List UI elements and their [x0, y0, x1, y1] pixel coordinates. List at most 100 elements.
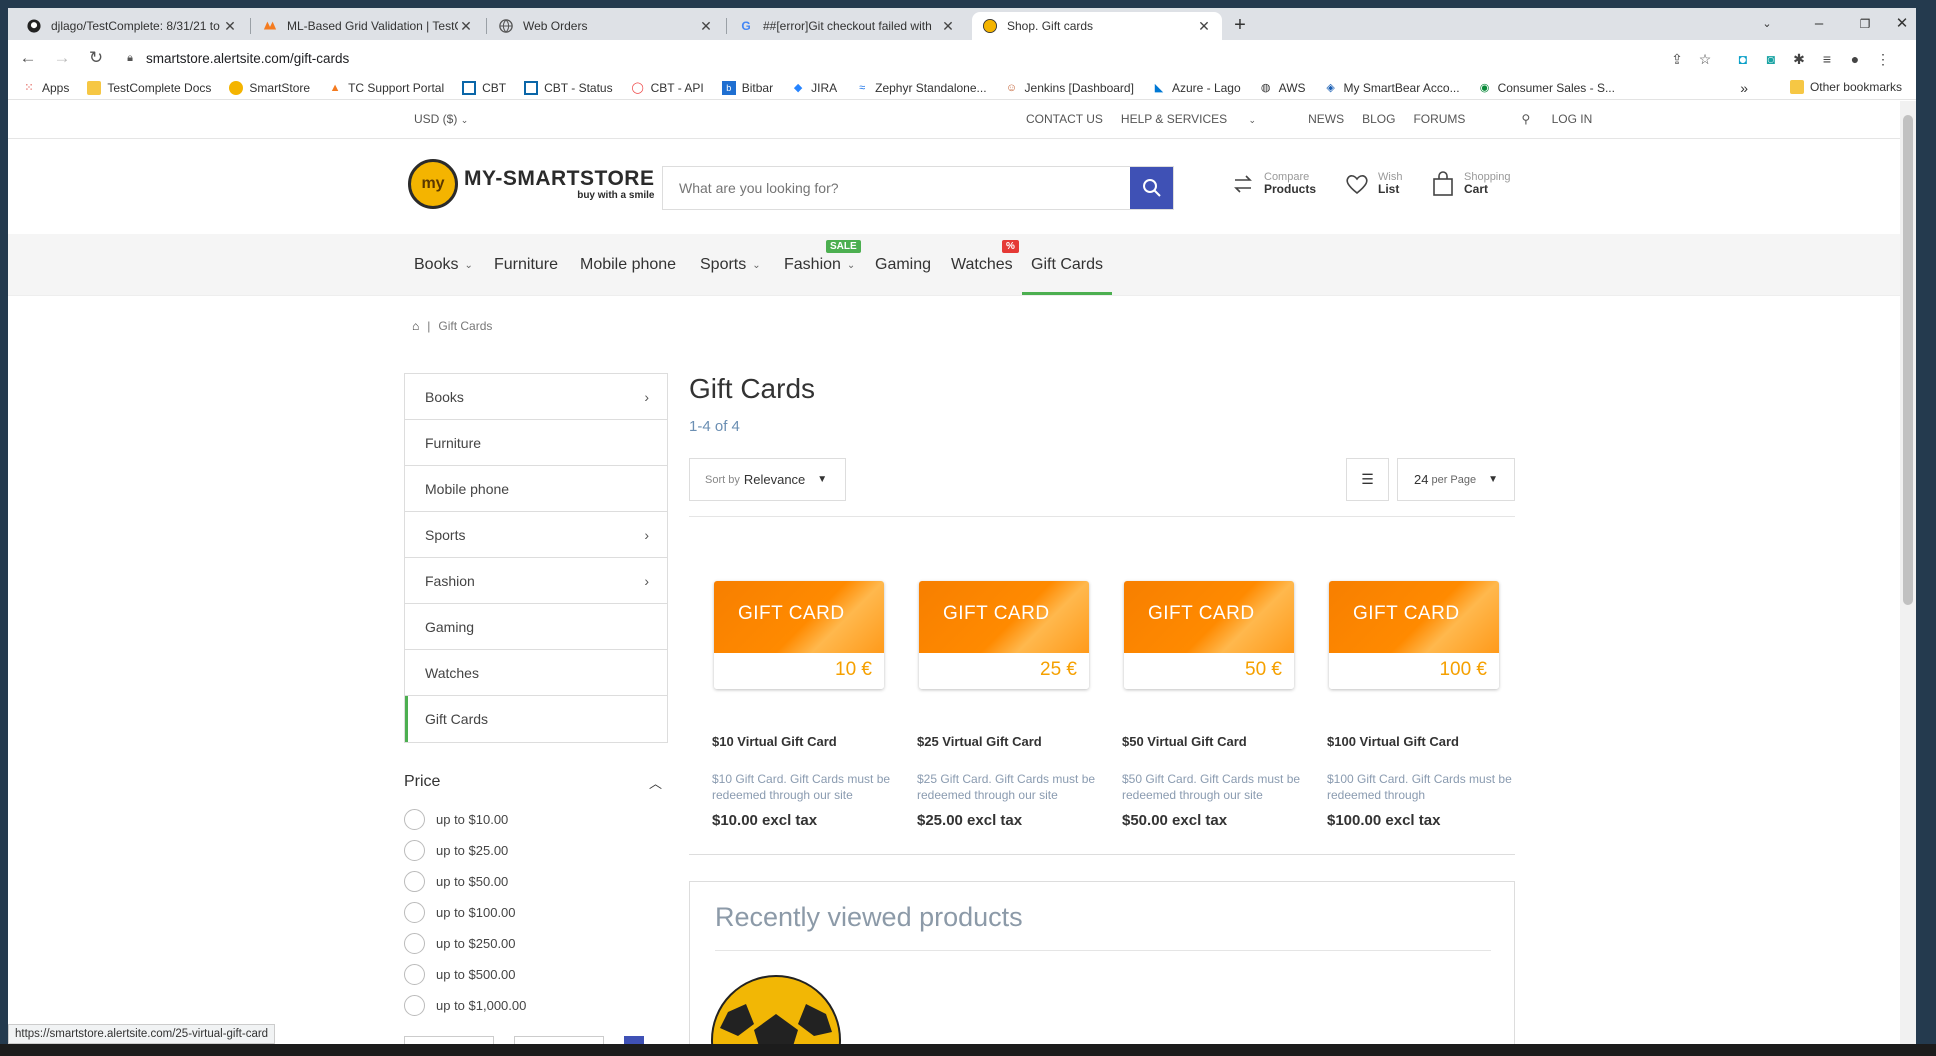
close-window-button[interactable]: ✕	[1888, 10, 1916, 38]
close-icon[interactable]: ✕	[458, 18, 474, 35]
bookmark-cbt-api[interactable]: ◯ CBT - API	[631, 81, 703, 95]
radio-button[interactable]	[404, 902, 425, 923]
bookmark-testcomplete-docs[interactable]: TestComplete Docs	[87, 80, 211, 95]
tab-github[interactable]: djlago/TestComplete: 8/31/21 to ✕	[16, 12, 248, 40]
price-to-input[interactable]	[514, 1036, 604, 1044]
nav-sports[interactable]: Sports ⌄	[700, 256, 761, 274]
per-page-dropdown[interactable]: 24 per Page ▼	[1397, 458, 1515, 501]
gift-card-image[interactable]: GIFT CARD 50 €	[1124, 581, 1294, 689]
sort-dropdown[interactable]: Sort by Relevance ▼	[689, 458, 846, 501]
bookmark-jira[interactable]: ◆ JIRA	[791, 81, 837, 95]
list-view-button[interactable]: ☰	[1346, 458, 1389, 501]
share-icon[interactable]: ⇪	[1666, 48, 1688, 70]
product-card[interactable]: GIFT CARD 50 € $50 Virtual Gift Card $50 …	[1122, 581, 1322, 829]
bookmark-cbt[interactable]: CBT	[462, 80, 506, 95]
soccer-ball-image[interactable]	[710, 974, 842, 1044]
search-button[interactable]	[1130, 167, 1173, 209]
close-icon[interactable]: ✕	[940, 18, 956, 35]
other-bookmarks[interactable]: Other bookmarks	[1789, 80, 1902, 94]
bookmark-aws[interactable]: ◍ AWS	[1259, 81, 1306, 95]
extension-icon[interactable]: ◙	[1760, 48, 1782, 70]
bookmark-tc-support[interactable]: ▲ TC Support Portal	[328, 81, 445, 95]
address-bar[interactable]: 🔒︎ smartstore.alertsite.com/gift-cards	[120, 44, 1700, 72]
radio-button[interactable]	[404, 933, 425, 954]
back-button[interactable]: ←	[14, 44, 42, 72]
news-link[interactable]: NEWS	[1308, 112, 1344, 126]
price-option[interactable]: up to $250.00	[404, 933, 516, 954]
bookmark-jenkins[interactable]: ☺ Jenkins [Dashboard]	[1005, 81, 1134, 95]
price-option[interactable]: up to $25.00	[404, 840, 508, 861]
sidebar-item-gift-cards[interactable]: Gift Cards	[405, 696, 667, 742]
product-name[interactable]: $100 Virtual Gift Card	[1327, 734, 1527, 749]
gift-card-image[interactable]: GIFT CARD 10 €	[714, 581, 884, 689]
tab-search-icon[interactable]: ⌄	[1744, 10, 1790, 38]
sidebar-item-sports[interactable]: Sports ›	[405, 512, 667, 558]
tab-shop-gift-cards[interactable]: Shop. Gift cards ✕	[972, 12, 1222, 40]
search-input[interactable]	[663, 167, 1130, 209]
radio-button[interactable]	[404, 964, 425, 985]
more-bookmarks-icon[interactable]: »	[1740, 80, 1748, 96]
currency-selector[interactable]: USD ($) ⌄	[414, 112, 468, 126]
wish-list-button[interactable]: Wish List	[1342, 169, 1402, 199]
radio-button[interactable]	[404, 995, 425, 1016]
price-option[interactable]: up to $500.00	[404, 964, 516, 985]
sidebar-item-books[interactable]: Books ›	[405, 374, 667, 420]
product-card[interactable]: GIFT CARD 25 € $25 Virtual Gift Card $25 …	[917, 581, 1117, 829]
bookmark-smartstore[interactable]: SmartStore	[229, 80, 310, 95]
new-tab-button[interactable]: +	[1228, 14, 1252, 38]
extension-icon[interactable]: ◘	[1732, 48, 1754, 70]
menu-kebab-icon[interactable]: ⋮	[1872, 48, 1894, 70]
help-services-link[interactable]: HELP & SERVICES ⌄	[1121, 112, 1274, 126]
reload-button[interactable]: ↻	[82, 44, 110, 72]
extensions-puzzle-icon[interactable]: ✱	[1788, 48, 1810, 70]
media-control-icon[interactable]: ≡	[1816, 48, 1838, 70]
price-option[interactable]: up to $100.00	[404, 902, 516, 923]
shopping-cart-button[interactable]: Shopping Cart	[1428, 169, 1511, 199]
sidebar-item-watches[interactable]: Watches	[405, 650, 667, 696]
radio-button[interactable]	[404, 809, 425, 830]
bookmark-cbt-status[interactable]: CBT - Status	[524, 80, 613, 95]
sidebar-item-furniture[interactable]: Furniture	[405, 420, 667, 466]
minimize-button[interactable]: –	[1796, 10, 1842, 38]
price-filter-header[interactable]: Price ︿	[404, 773, 668, 792]
forward-button[interactable]: →	[48, 44, 76, 72]
scrollbar-thumb[interactable]	[1903, 115, 1913, 605]
profile-avatar-icon[interactable]: ●	[1844, 48, 1866, 70]
sidebar-item-gaming[interactable]: Gaming	[405, 604, 667, 650]
price-option[interactable]: up to $10.00	[404, 809, 508, 830]
nav-watches[interactable]: Watches	[951, 256, 1013, 274]
product-card[interactable]: GIFT CARD 10 € $10 Virtual Gift Card $10 …	[712, 581, 912, 829]
page-scrollbar[interactable]	[1900, 101, 1916, 1044]
product-name[interactable]: $50 Virtual Gift Card	[1122, 734, 1322, 749]
bookmark-azure[interactable]: ◣ Azure - Lago	[1152, 81, 1241, 95]
bookmark-star-icon[interactable]: ☆	[1694, 48, 1716, 70]
close-icon[interactable]: ✕	[698, 18, 714, 35]
tab-git-error[interactable]: G ##[error]Git checkout failed with ✕	[728, 12, 966, 40]
bookmark-zephyr[interactable]: ≈ Zephyr Standalone...	[855, 81, 986, 95]
close-icon[interactable]: ✕	[1196, 18, 1212, 35]
gift-card-image[interactable]: GIFT CARD 25 €	[919, 581, 1089, 689]
radio-button[interactable]	[404, 840, 425, 861]
product-card[interactable]: GIFT CARD 100 € $100 Virtual Gift Card $1…	[1327, 581, 1527, 829]
bookmark-consumer-sales[interactable]: ◉ Consumer Sales - S...	[1478, 81, 1615, 95]
nav-furniture[interactable]: Furniture	[494, 256, 558, 274]
gift-card-image[interactable]: GIFT CARD 100 €	[1329, 581, 1499, 689]
price-option[interactable]: up to $50.00	[404, 871, 508, 892]
nav-fashion[interactable]: Fashion ⌄	[784, 256, 855, 274]
nav-mobile-phone[interactable]: Mobile phone	[580, 256, 676, 274]
price-from-input[interactable]	[404, 1036, 494, 1044]
sidebar-item-mobile-phone[interactable]: Mobile phone	[405, 466, 667, 512]
nav-gift-cards[interactable]: Gift Cards	[1031, 256, 1103, 274]
blog-link[interactable]: BLOG	[1362, 112, 1395, 126]
bookmark-apps[interactable]: ⁙ Apps	[22, 81, 69, 95]
radio-button[interactable]	[404, 871, 425, 892]
price-option[interactable]: up to $1,000.00	[404, 995, 526, 1016]
restore-button[interactable]: ❐	[1842, 10, 1888, 38]
product-name[interactable]: $10 Virtual Gift Card	[712, 734, 912, 749]
close-icon[interactable]: ✕	[222, 18, 238, 35]
nav-books[interactable]: Books ⌄	[414, 256, 473, 274]
store-logo[interactable]: my MY-SMARTSTORE buy with a smile	[408, 159, 654, 209]
contact-us-link[interactable]: CONTACT US	[1026, 112, 1103, 126]
product-name[interactable]: $25 Virtual Gift Card	[917, 734, 1117, 749]
bookmark-bitbar[interactable]: b Bitbar	[721, 80, 773, 95]
